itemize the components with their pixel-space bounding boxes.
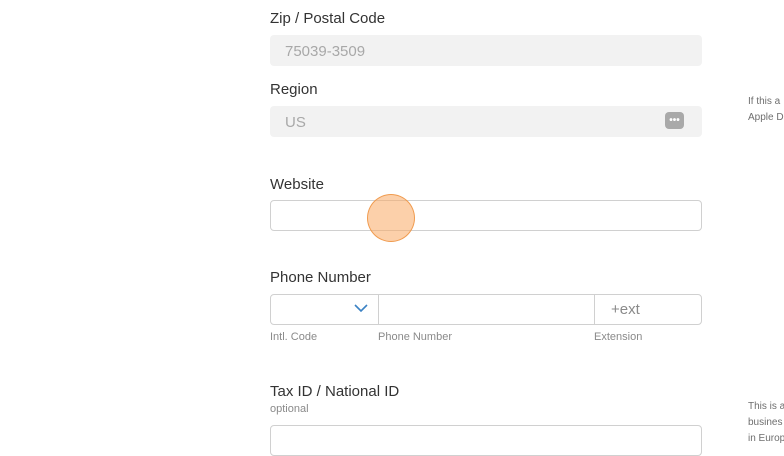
phone-number-caption: Phone Number (378, 331, 452, 343)
website-label: Website (270, 176, 324, 193)
ellipsis-icon[interactable]: ••• (665, 112, 684, 129)
side-note-2-line-1: This is a (748, 401, 784, 412)
extension-caption: Extension (594, 331, 643, 343)
zip-label: Zip / Postal Code (270, 10, 386, 27)
side-note-1-line-1: If this a (748, 96, 781, 107)
side-note-1: If this a Apple D (748, 94, 784, 126)
phone-number-input[interactable] (379, 295, 595, 324)
extension-input[interactable]: +ext (595, 295, 701, 324)
website-input[interactable] (270, 200, 702, 231)
phone-input-group: +ext (270, 294, 702, 325)
intl-code-caption: Intl. Code (270, 331, 318, 343)
click-indicator (367, 194, 415, 242)
side-note-2-line-2: busines (748, 417, 783, 428)
tax-id-optional-hint: optional (270, 403, 309, 415)
intl-code-select[interactable] (271, 295, 379, 324)
phone-label: Phone Number (270, 269, 371, 286)
tax-id-label: Tax ID / National ID (270, 383, 400, 400)
region-field[interactable]: US (270, 106, 702, 137)
tax-id-input[interactable] (270, 425, 702, 456)
chevron-down-icon (354, 304, 368, 312)
region-label: Region (270, 81, 318, 98)
side-note-1-line-2: Apple D (748, 112, 784, 123)
side-note-2-line-3: in Europ (748, 433, 784, 444)
zip-field[interactable]: 75039-3509 (270, 35, 702, 66)
side-note-2: This is a busines in Europ (748, 399, 784, 447)
